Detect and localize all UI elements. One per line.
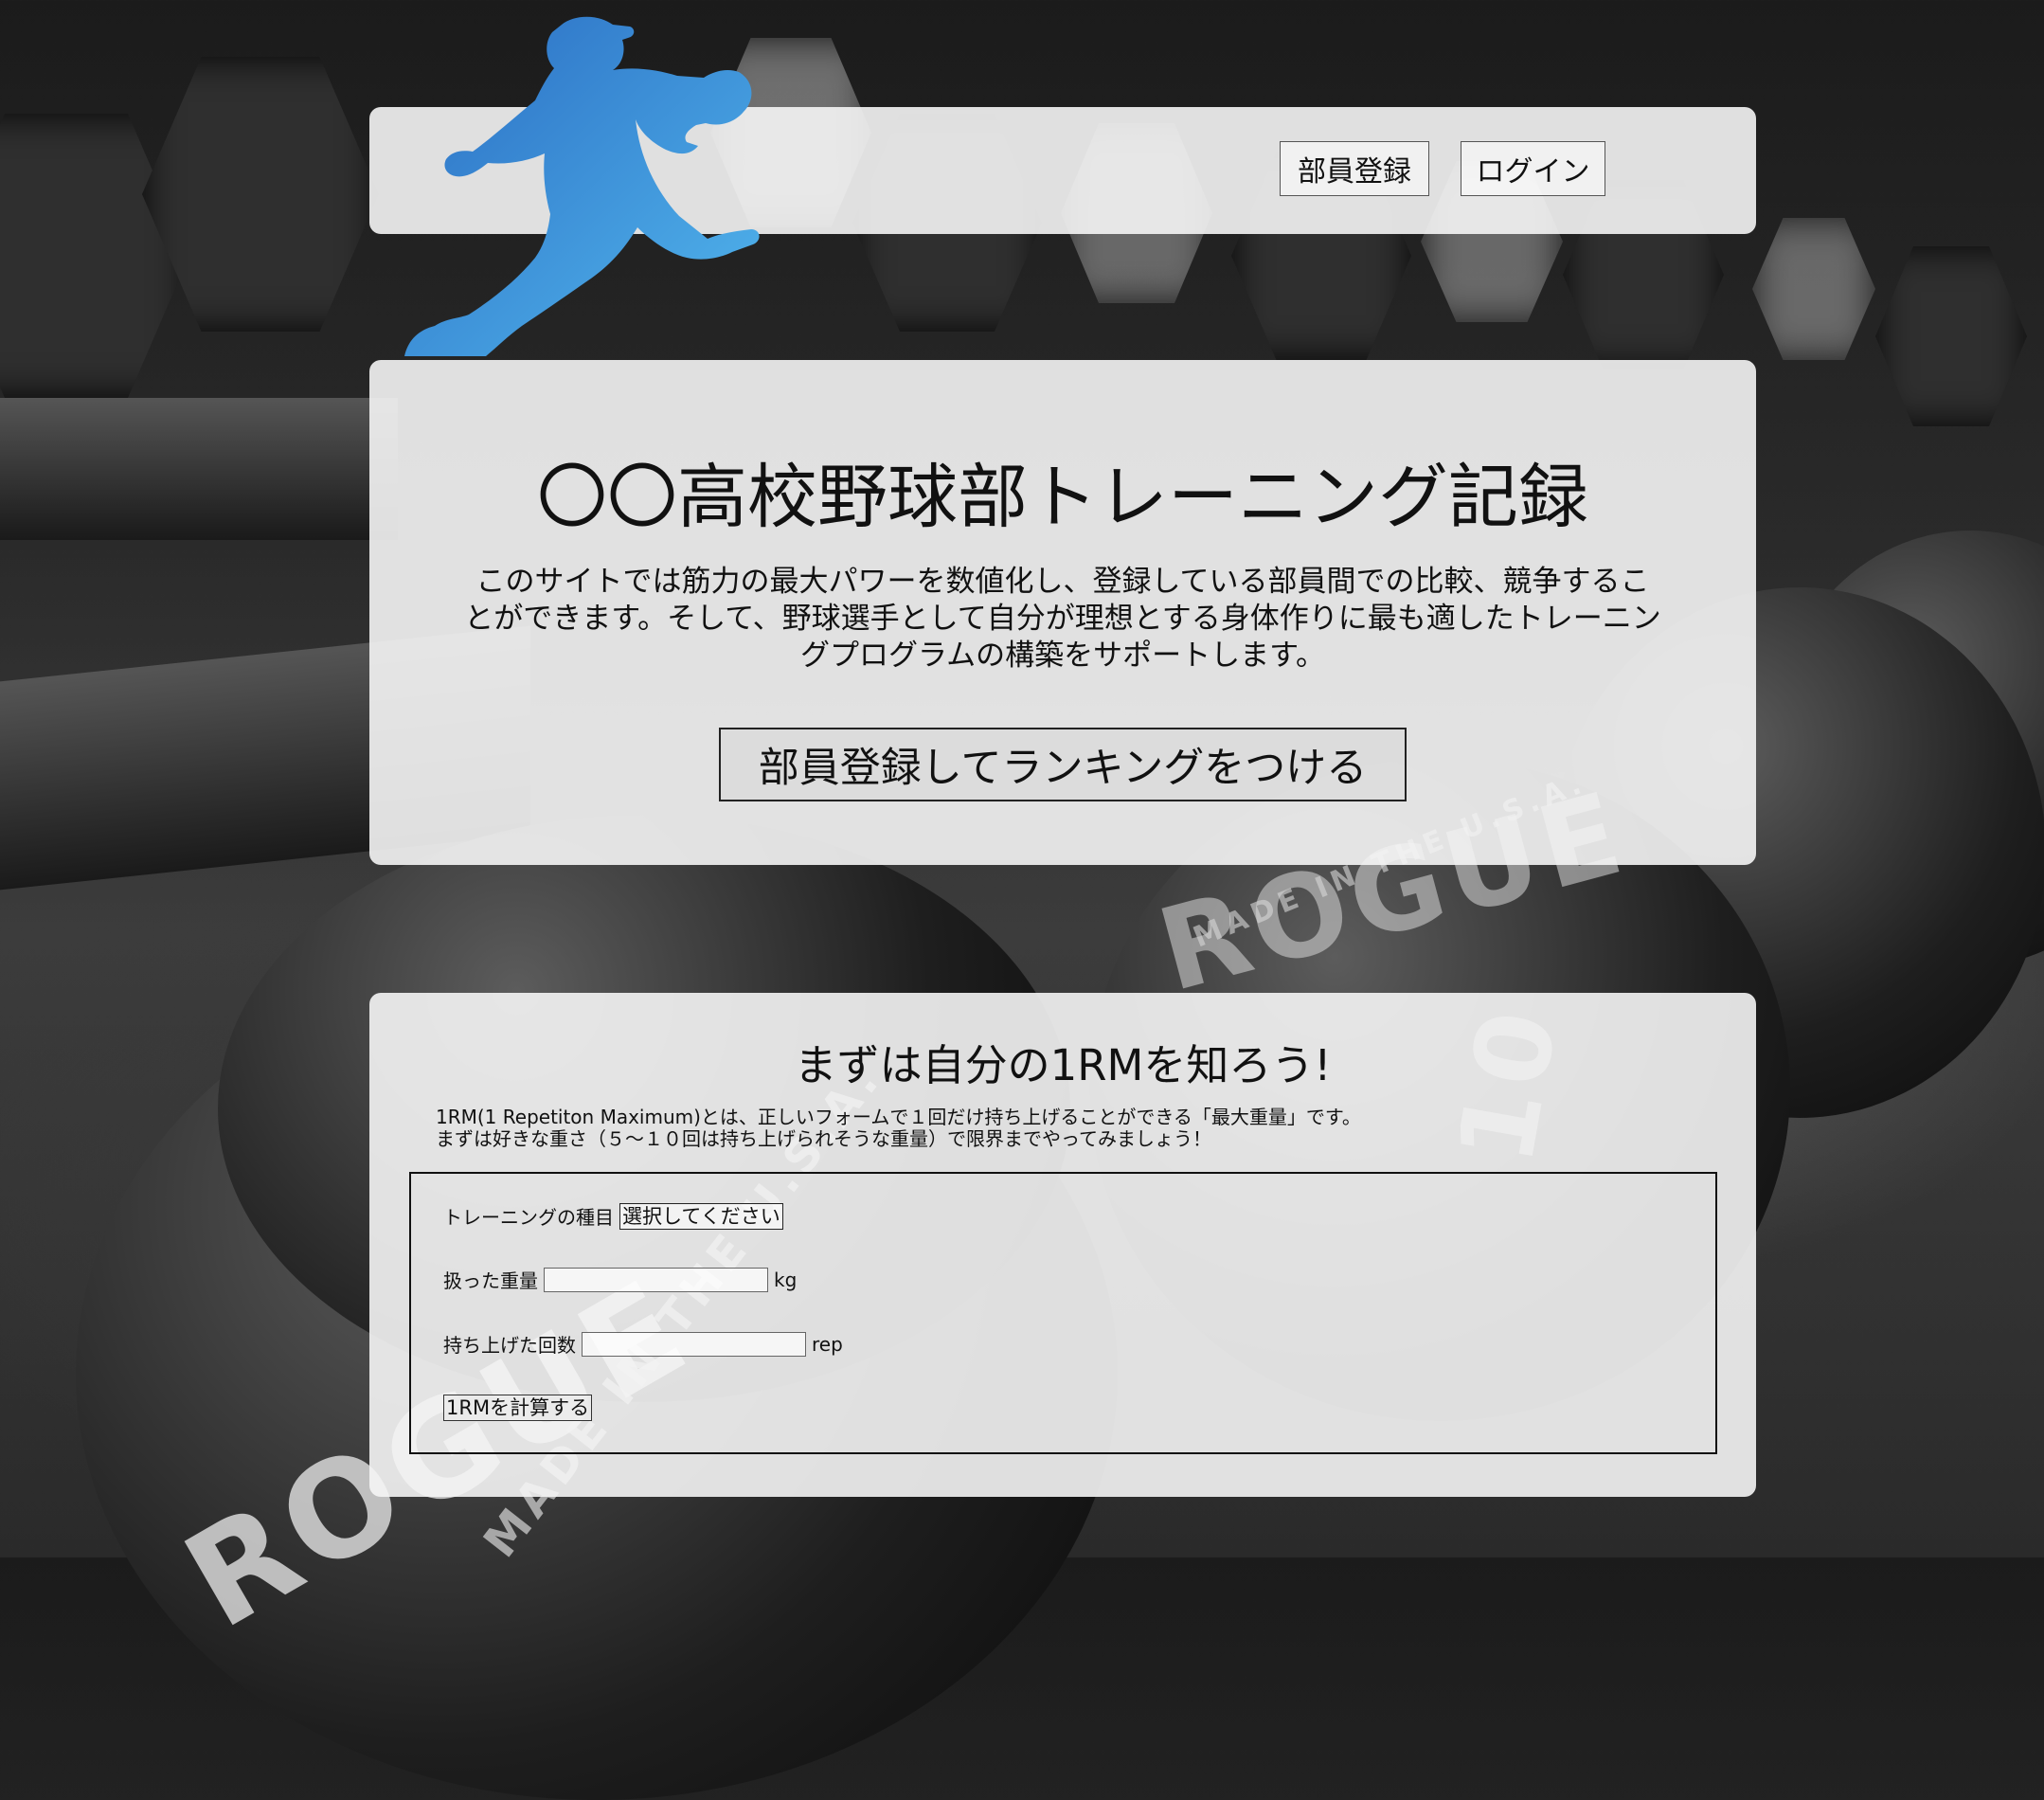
exercise-type-select[interactable]: 選択してください bbox=[619, 1202, 783, 1230]
reps-label: 持ち上げた回数 bbox=[443, 1334, 576, 1357]
page-title: 〇〇高校野球部トレーニング記録 bbox=[537, 457, 1588, 538]
calculator-description: 1RM(1 Repetiton Maximum)とは、正しいフォームで１回だけ持… bbox=[436, 1107, 1361, 1150]
exercise-type-row: トレーニングの種目 選択してください bbox=[443, 1202, 783, 1230]
register-ranking-button[interactable]: 部員登録してランキングをつける bbox=[719, 728, 1407, 801]
description-line: 1RM(1 Repetiton Maximum)とは、正しいフォームで１回だけ持… bbox=[436, 1106, 1361, 1128]
hero-section: 〇〇高校野球部トレーニング記録 このサイトでは筋力の最大パワーを数値化し、登録し… bbox=[369, 360, 1756, 865]
submit-row: 1RMを計算する bbox=[443, 1395, 593, 1421]
nav-register-button[interactable]: 部員登録 bbox=[1280, 141, 1429, 196]
calculator-title: まずは自分の1RMを知ろう! bbox=[794, 1040, 1332, 1090]
baseball-pitcher-icon[interactable] bbox=[403, 13, 810, 359]
reps-row: 持ち上げた回数 rep bbox=[443, 1330, 843, 1358]
weight-unit: kg bbox=[774, 1268, 798, 1291]
weight-input[interactable] bbox=[544, 1267, 768, 1292]
nav-login-button[interactable]: ログイン bbox=[1461, 141, 1605, 196]
description-line: まずは好きな重さ（５〜１０回は持ち上げられそうな重量）で限界までやってみましょう… bbox=[436, 1127, 1211, 1150]
one-rm-calculator-section: まずは自分の1RMを知ろう! 1RM(1 Repetiton Maximum)と… bbox=[369, 993, 1756, 1497]
reps-input[interactable] bbox=[582, 1331, 806, 1357]
exercise-type-label: トレーニングの種目 bbox=[443, 1206, 614, 1229]
reps-unit: rep bbox=[812, 1332, 843, 1356]
calculate-one-rm-button[interactable]: 1RMを計算する bbox=[443, 1395, 593, 1421]
weight-label: 扱った重量 bbox=[443, 1269, 538, 1292]
hero-description: このサイトでは筋力の最大パワーを数値化し、登録している部員間での比較、競争するこ… bbox=[464, 565, 1661, 673]
one-rm-form: トレーニングの種目 選択してください 扱った重量 kg 持ち上げた回数 rep … bbox=[409, 1172, 1717, 1454]
weight-row: 扱った重量 kg bbox=[443, 1266, 797, 1293]
